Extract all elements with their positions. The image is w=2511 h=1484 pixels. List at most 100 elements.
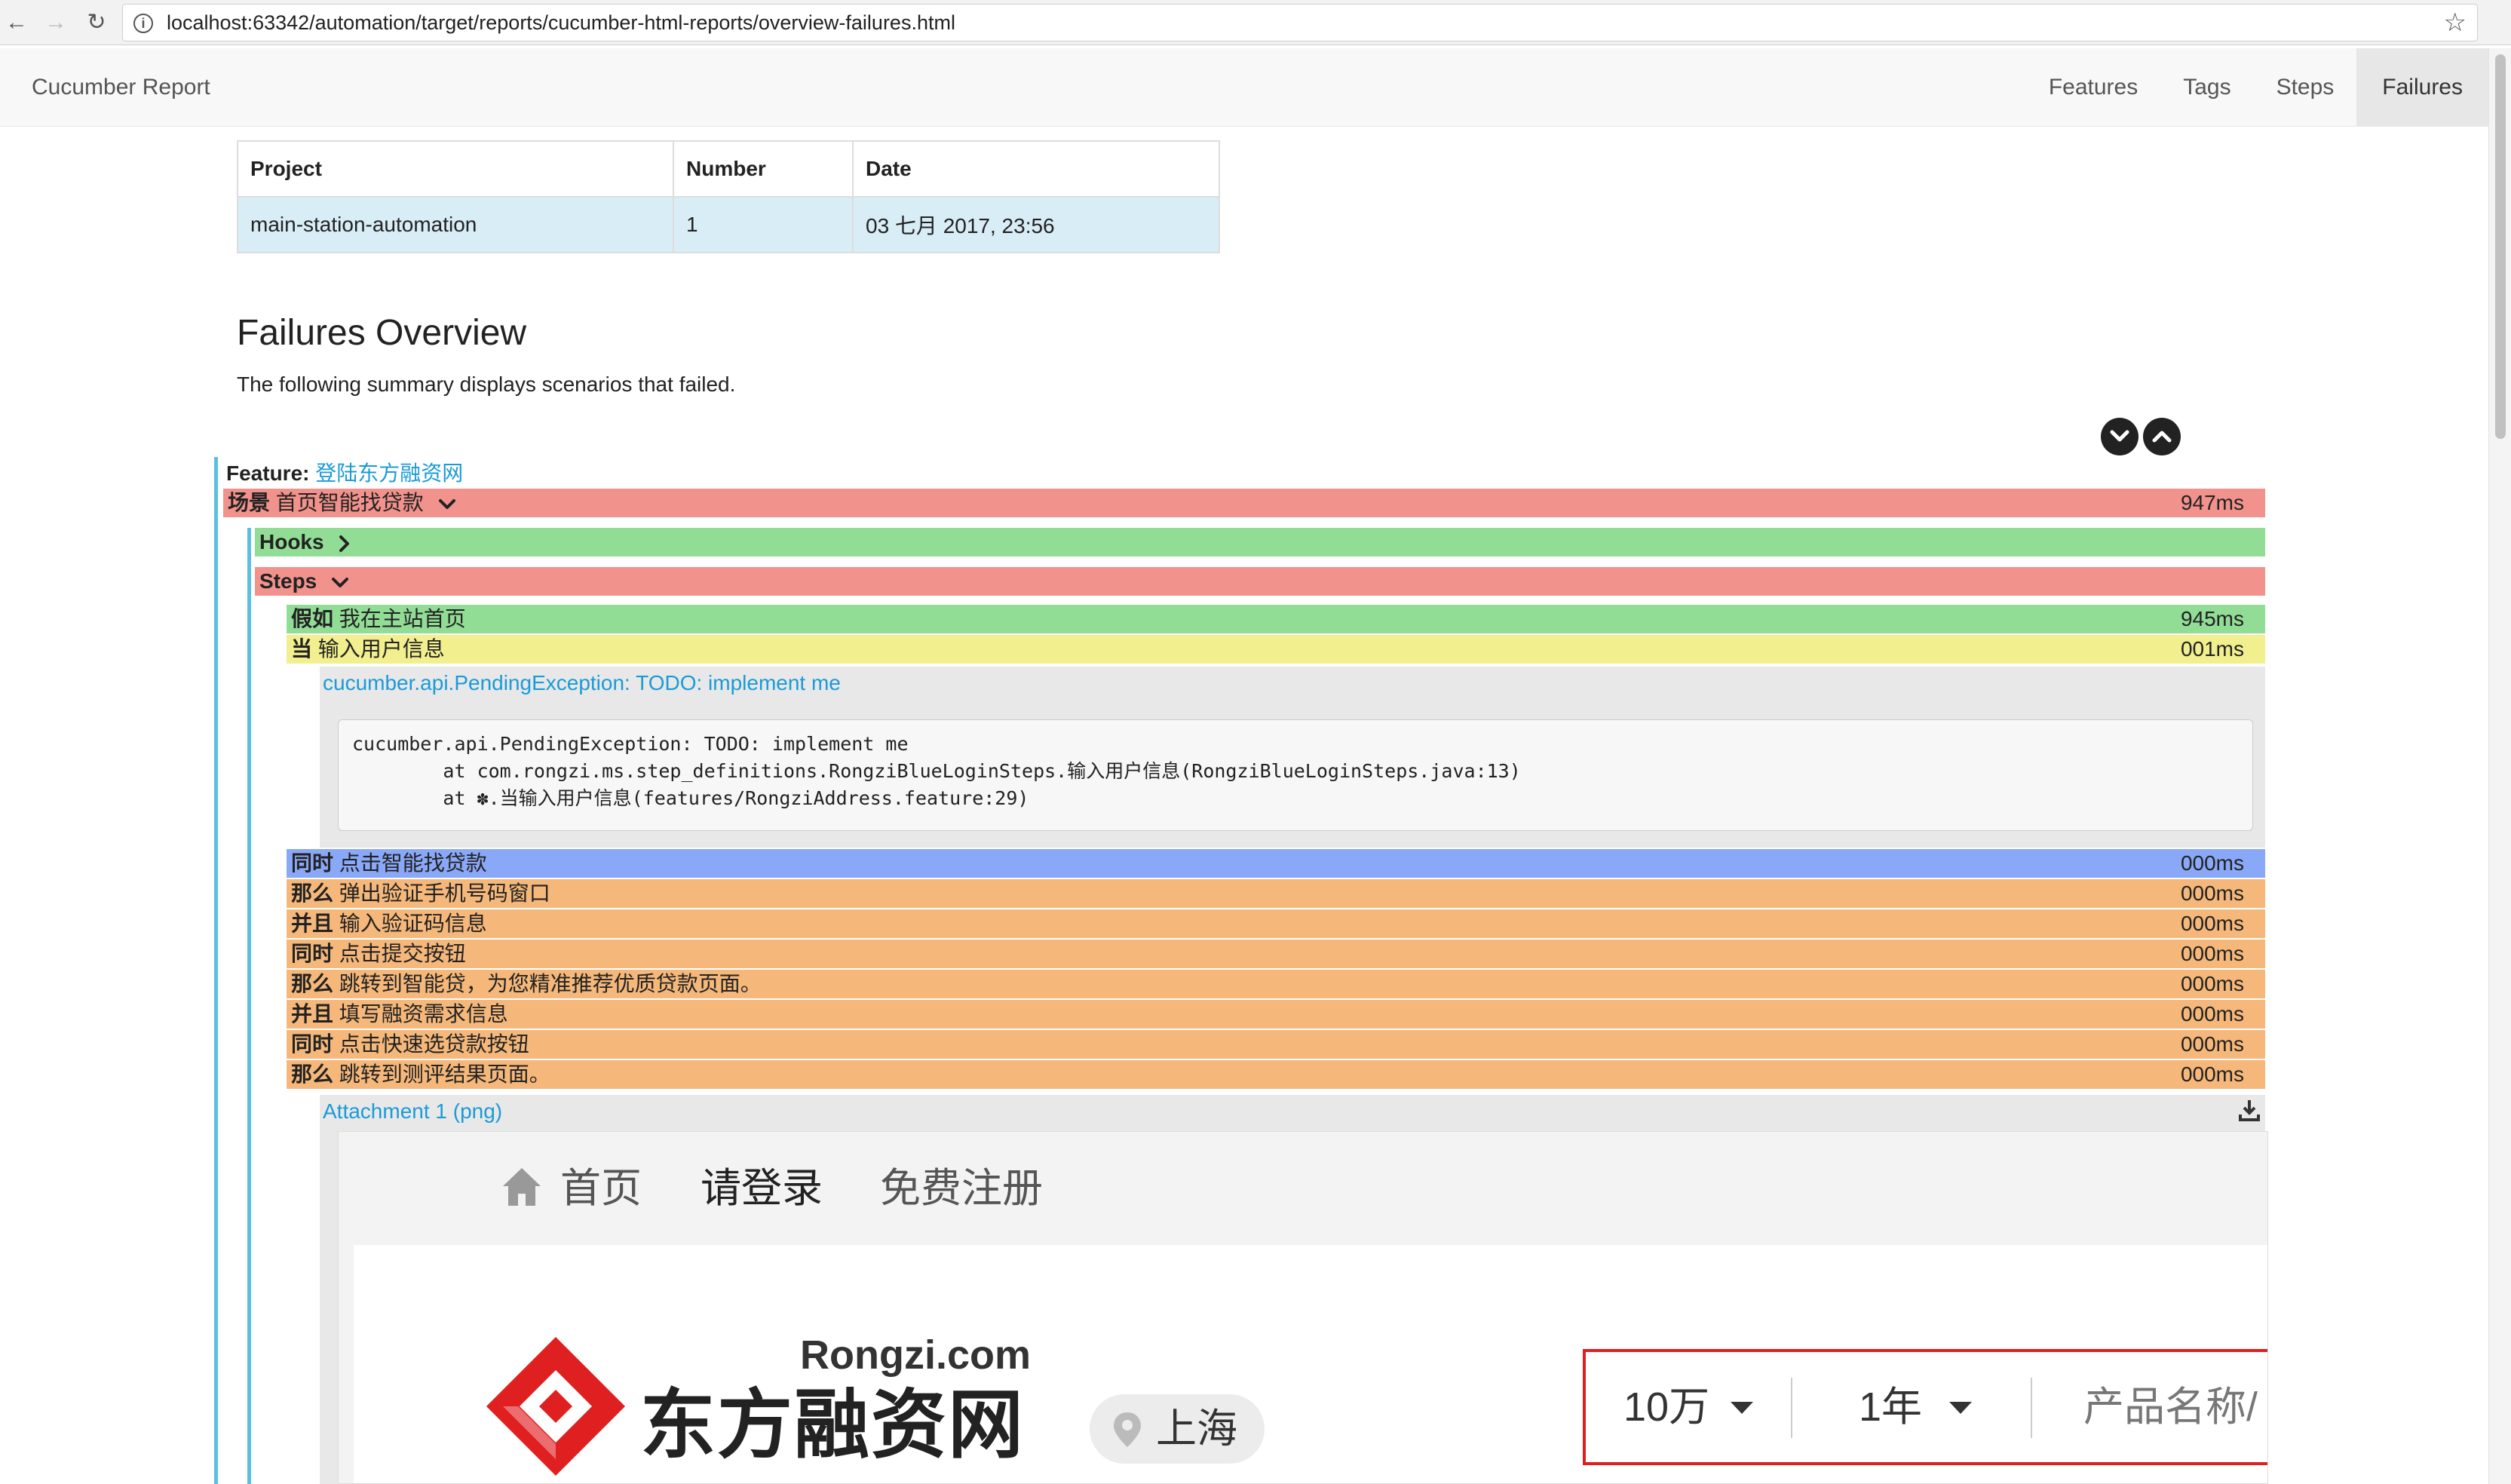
screenshot-brand-name: 东方融资网 — [640, 1383, 1025, 1467]
hooks-label: Hooks — [259, 530, 324, 553]
reload-icon[interactable]: ↻ — [81, 8, 112, 38]
report-info-table: Project Number Date main-station-automat… — [237, 140, 1220, 253]
step-row: 同时 点击智能找贷款 000ms — [287, 849, 2265, 878]
steps-section-row[interactable]: Steps — [255, 567, 2265, 596]
chevron-right-icon[interactable] — [337, 534, 352, 553]
screenshot-logo-domain: Rongzi.com — [800, 1332, 1031, 1378]
url-text[interactable]: localhost:63342/automation/target/report… — [167, 5, 955, 41]
step-text: 跳转到智能贷，为您精准推荐优质贷款页面。 — [339, 972, 762, 995]
chevron-up-icon — [2152, 431, 2172, 443]
header-project: Project — [237, 140, 674, 198]
expand-all-button[interactable] — [2101, 418, 2138, 455]
step-duration: 000ms — [2180, 972, 2244, 995]
nav-link-features[interactable]: Features — [2026, 48, 2160, 127]
feature-indent-bar — [214, 457, 218, 1484]
bookmark-star-icon[interactable]: ☆ — [2444, 8, 2467, 38]
step-keyword: 那么 — [291, 1062, 334, 1086]
step-row: 假如 我在主站首页 945ms — [287, 605, 2265, 633]
step-duration: 000ms — [2180, 882, 2244, 905]
step-row: 那么 跳转到测评结果页面。 000ms — [287, 1060, 2265, 1089]
collapse-all-button[interactable] — [2143, 418, 2181, 455]
chevron-down-icon[interactable] — [437, 497, 457, 512]
step-row: 同时 点击提交按钮 000ms — [287, 940, 2265, 968]
steps-label: Steps — [259, 569, 317, 593]
cell-project: main-station-automation — [237, 196, 674, 253]
step-row: 并且 填写融资需求信息 000ms — [287, 1000, 2265, 1029]
attachment-title-link[interactable]: Attachment 1 (png) — [323, 1099, 502, 1124]
step-duration: 000ms — [2180, 1002, 2244, 1026]
scenario-keyword: 场景 — [228, 491, 271, 514]
step-row: 同时 点击快速选贷款按钮 000ms — [287, 1030, 2265, 1059]
screenshot-nav-login: 请登录 — [701, 1166, 823, 1211]
step-keyword: 当 — [291, 637, 313, 661]
screenshot-city-selector: 上海 — [1090, 1394, 1265, 1464]
hooks-row[interactable]: Hooks — [255, 528, 2265, 556]
chevron-down-icon — [2110, 430, 2129, 442]
location-pin-icon — [1114, 1412, 1141, 1447]
home-icon — [503, 1168, 541, 1206]
screenshot-city-text: 上海 — [1156, 1406, 1237, 1452]
error-title-link[interactable]: cucumber.api.PendingException: TODO: imp… — [323, 671, 841, 695]
step-duration: 001ms — [2180, 637, 2244, 661]
step-duration: 000ms — [2180, 942, 2244, 965]
step-duration: 000ms — [2180, 851, 2244, 875]
back-arrow-icon[interactable]: ← — [2, 8, 32, 38]
screenshot-loan-search: 10万 1年 产品名称/ — [1583, 1349, 2267, 1465]
chevron-down-icon[interactable] — [330, 575, 350, 590]
cell-date: 03 七月 2017, 23:56 — [852, 196, 1220, 253]
nav-link-failures[interactable]: Failures — [2356, 48, 2488, 127]
step-text: 我在主站首页 — [339, 607, 466, 630]
step-keyword: 假如 — [291, 607, 334, 630]
feature-label: Feature: — [226, 461, 310, 485]
step-row: 并且 输入验证码信息 000ms — [287, 909, 2265, 938]
scrollbar-thumb[interactable] — [2495, 54, 2506, 439]
page-title: Failures Overview — [237, 313, 527, 353]
divider — [2031, 1378, 2032, 1438]
report-navbar: Cucumber Report Features Tags Steps Fail… — [0, 48, 2488, 127]
error-stacktrace: cucumber.api.PendingException: TODO: imp… — [338, 719, 2253, 831]
nav-link-steps[interactable]: Steps — [2254, 48, 2357, 127]
step-row: 当 输入用户信息 001ms — [287, 635, 2265, 664]
rongzi-logo-icon — [486, 1337, 625, 1476]
table-row: main-station-automation 1 03 七月 2017, 23… — [237, 196, 1220, 253]
steps-indent-bar — [247, 528, 251, 1484]
address-bar[interactable]: i localhost:63342/automation/target/repo… — [122, 4, 2478, 41]
step-duration: 000ms — [2180, 1032, 2244, 1056]
info-icon[interactable]: i — [133, 14, 153, 33]
browser-toolbar: ← → ↻ i localhost:63342/automation/targe… — [0, 0, 2511, 45]
step-text: 输入验证码信息 — [339, 912, 487, 935]
screenshot-nav-register: 免费注册 — [880, 1166, 1043, 1211]
header-date: Date — [852, 140, 1220, 198]
screenshot-product-field: 产品名称/ — [2083, 1384, 2258, 1430]
step-text: 填写融资需求信息 — [339, 1002, 508, 1026]
step-keyword: 那么 — [291, 882, 334, 905]
step-text: 输入用户信息 — [317, 637, 445, 661]
navbar-brand[interactable]: Cucumber Report — [32, 48, 210, 127]
step-text: 弹出验证手机号码窗口 — [339, 882, 550, 905]
scenario-name: 首页智能找贷款 — [275, 491, 424, 514]
step-duration: 000ms — [2180, 912, 2244, 935]
step-keyword: 那么 — [291, 972, 334, 995]
step-text: 点击智能找贷款 — [339, 851, 487, 875]
forward-arrow-icon[interactable]: → — [41, 8, 71, 38]
caret-down-icon — [1731, 1402, 1753, 1414]
download-icon[interactable] — [2238, 1098, 2261, 1122]
error-panel: cucumber.api.PendingException: TODO: imp… — [320, 667, 2265, 848]
step-text: 点击提交按钮 — [339, 942, 466, 965]
scenario-duration: 947ms — [2180, 491, 2244, 514]
nav-link-tags[interactable]: Tags — [2160, 48, 2253, 127]
step-keyword: 同时 — [291, 1032, 334, 1056]
step-keyword: 同时 — [291, 942, 334, 965]
screenshot-amount-field: 10万 — [1623, 1384, 1710, 1430]
caret-down-icon — [1949, 1402, 1972, 1414]
header-number: Number — [673, 140, 854, 198]
step-keyword: 并且 — [291, 912, 334, 935]
step-duration: 000ms — [2180, 1062, 2244, 1086]
feature-name-link[interactable]: 登陆东方融资网 — [315, 461, 463, 485]
scenario-row[interactable]: 场景 首页智能找贷款 947ms — [223, 489, 2265, 517]
divider — [1791, 1378, 1792, 1438]
vertical-scrollbar[interactable] — [2488, 48, 2511, 1484]
step-text: 跳转到测评结果页面。 — [339, 1062, 550, 1086]
step-keyword: 同时 — [291, 851, 334, 875]
step-text: 点击快速选贷款按钮 — [339, 1032, 529, 1056]
